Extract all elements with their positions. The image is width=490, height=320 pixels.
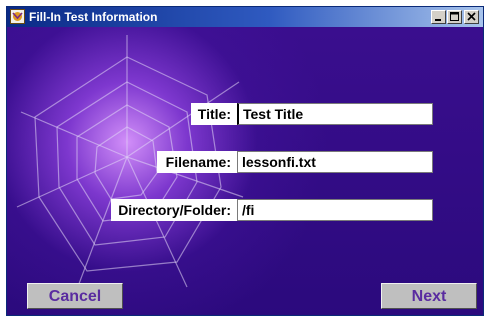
directory-label: Directory/Folder: [111, 199, 237, 221]
filename-label: Filename: [157, 151, 237, 173]
minimize-button[interactable] [431, 10, 446, 24]
title-bar[interactable]: Fill-In Test Information [7, 7, 483, 27]
directory-input[interactable]: /fi [237, 199, 433, 221]
maximize-icon [450, 12, 459, 21]
close-icon [467, 12, 476, 21]
close-button[interactable] [464, 10, 479, 24]
cancel-button[interactable]: Cancel [27, 283, 123, 309]
dialog-window: Fill-In Test Information Title: Test Tit… [6, 6, 484, 316]
app-icon [10, 9, 25, 24]
filename-input[interactable]: lessonfi.txt [237, 151, 433, 173]
title-input[interactable]: Test Title [237, 103, 433, 125]
minimize-icon [435, 19, 441, 21]
maximize-button[interactable] [447, 10, 462, 24]
dialog-body: Title: Test Title Filename: lessonfi.txt… [7, 27, 483, 315]
next-button[interactable]: Next [381, 283, 477, 309]
window-title: Fill-In Test Information [29, 10, 158, 24]
title-label: Title: [191, 103, 237, 125]
